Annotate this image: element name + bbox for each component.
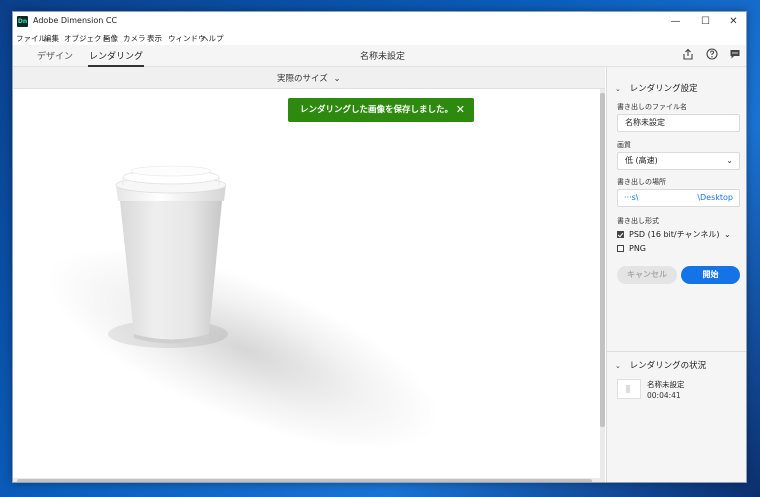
chevron-down-icon[interactable]: ⌄ xyxy=(724,230,731,239)
share-icon[interactable] xyxy=(681,48,695,62)
checkbox-checked-icon xyxy=(617,231,624,238)
render-job-thumbnail[interactable] xyxy=(617,379,641,399)
menu-bar: ファイル 編集 オブジェクト 画像 カメラ 表示 ウィンドウ ヘルプ xyxy=(13,32,746,45)
filename-input[interactable]: 名称未設定 xyxy=(617,114,740,132)
feedback-icon-graphic xyxy=(730,50,740,59)
export-location-field[interactable]: ···s\ \Desktop xyxy=(617,189,740,207)
menu-help[interactable]: ヘルプ xyxy=(201,33,224,44)
feedback-icon[interactable] xyxy=(728,48,742,62)
viewport-horizontal-scrollbar[interactable] xyxy=(13,478,605,482)
format-psd-label: PSD (16 bit/チャンネル) xyxy=(629,230,720,239)
app-window: Dn Adobe Dimension CC — ☐ ✕ ファイル 編集 オブジェ… xyxy=(12,11,747,483)
tab-render[interactable]: レンダリング xyxy=(87,49,145,67)
panel-divider xyxy=(607,351,746,352)
paper-cup-render xyxy=(46,165,440,451)
quality-label: 画質 xyxy=(617,141,631,149)
horizontal-scrollbar-thumb[interactable] xyxy=(17,479,592,482)
toast-close-icon[interactable]: ✕ xyxy=(456,98,465,122)
render-status-header[interactable]: ⌄ レンダリングの状況 xyxy=(615,359,706,371)
zoom-label: 実際のサイズ xyxy=(277,74,328,84)
vertical-scrollbar-thumb[interactable] xyxy=(600,93,605,427)
render-job-time: 00:04:41 xyxy=(647,391,681,400)
menu-image[interactable]: 画像 xyxy=(103,33,118,44)
render-settings-header[interactable]: ⌄ レンダリング設定 xyxy=(615,82,698,94)
title-bar: Dn Adobe Dimension CC — ☐ ✕ xyxy=(13,12,746,32)
cancel-button[interactable]: キャンセル xyxy=(617,266,677,284)
menu-edit[interactable]: 編集 xyxy=(44,33,59,44)
filename-label: 書き出しのファイル名 xyxy=(617,103,687,111)
help-icon[interactable] xyxy=(705,48,719,62)
render-job-name: 名称未設定 xyxy=(647,380,685,389)
format-label: 書き出し形式 xyxy=(617,217,659,225)
format-psd-checkbox[interactable]: PSD (16 bit/チャンネル) ⌄ xyxy=(617,229,731,240)
menu-view[interactable]: 表示 xyxy=(147,33,162,44)
chevron-down-icon: ⌄ xyxy=(615,362,621,370)
help-icon-graphic xyxy=(706,48,718,60)
quality-value: 低 (高速) xyxy=(625,156,658,165)
render-settings-panel: ⌄ レンダリング設定 書き出しのファイル名 名称未設定 画質 低 (高速) ⌄ … xyxy=(606,67,746,482)
toast-message: レンダリングした画像を保存しました。 xyxy=(300,105,454,115)
menu-camera[interactable]: カメラ xyxy=(123,33,146,44)
maximize-button[interactable]: ☐ xyxy=(691,12,720,32)
dimension-app-icon: Dn xyxy=(17,16,28,27)
render-settings-title: レンダリング設定 xyxy=(629,84,698,94)
chevron-down-icon: ⌄ xyxy=(615,85,621,93)
start-render-button[interactable]: 開始 xyxy=(681,266,740,284)
checkbox-unchecked-icon xyxy=(617,245,624,252)
location-path-start: ···s\ xyxy=(624,193,639,202)
document-title: 名称未設定 xyxy=(360,52,406,62)
format-png-label: PNG xyxy=(629,244,647,253)
share-icon-graphic xyxy=(683,48,693,60)
render-status-title: レンダリングの状況 xyxy=(629,361,707,371)
viewport-toolbar: 実際のサイズ ⌄ xyxy=(13,67,605,89)
render-viewport[interactable]: レンダリングした画像を保存しました。 ✕ xyxy=(13,89,605,478)
minimize-button[interactable]: — xyxy=(661,12,690,32)
menu-window[interactable]: ウィンドウ xyxy=(168,33,206,44)
quality-select[interactable]: 低 (高速) ⌄ xyxy=(617,152,740,170)
chevron-down-icon: ⌄ xyxy=(333,74,341,84)
render-saved-toast: レンダリングした画像を保存しました。 ✕ xyxy=(288,98,474,122)
tab-design[interactable]: デザイン xyxy=(37,49,73,62)
menu-file[interactable]: ファイル xyxy=(16,33,46,44)
format-png-checkbox[interactable]: PNG xyxy=(617,244,646,253)
location-label: 書き出しの場所 xyxy=(617,178,666,186)
close-window-button[interactable]: ✕ xyxy=(719,12,746,32)
zoom-dropdown[interactable]: 実際のサイズ ⌄ xyxy=(277,72,341,84)
location-path-end: \Desktop xyxy=(697,193,733,202)
window-title: Adobe Dimension CC xyxy=(33,16,118,25)
workspace-tab-bar: デザイン レンダリング 名称未設定 xyxy=(13,45,746,67)
viewport-vertical-scrollbar[interactable] xyxy=(600,89,605,478)
chevron-down-icon: ⌄ xyxy=(726,156,733,165)
